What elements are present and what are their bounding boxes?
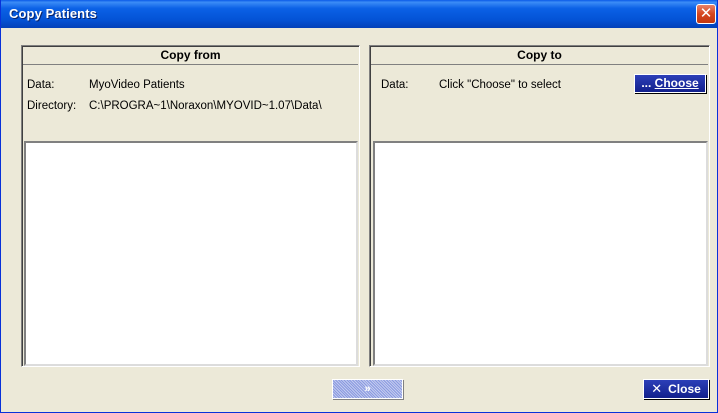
close-icon: ✕: [699, 5, 713, 22]
copy-to-panel: Copy to Data: Click "Choose" to select .…: [369, 45, 710, 367]
title-bar[interactable]: Copy Patients ✕: [1, 0, 717, 28]
copy-across-button[interactable]: »: [332, 379, 403, 399]
copy-to-patient-list[interactable]: [373, 141, 708, 366]
close-button-label: Close: [668, 382, 701, 396]
close-button[interactable]: ✕ Close: [643, 379, 709, 399]
copy-from-panel: Copy from Data: MyoVideo Patients Direct…: [21, 45, 360, 367]
copy-from-directory-label: Directory:: [27, 100, 77, 112]
double-chevron-right-icon: »: [364, 383, 371, 395]
close-icon: ✕: [651, 381, 663, 396]
copy-to-data-value: Click "Choose" to select: [439, 79, 561, 91]
window-title: Copy Patients: [9, 6, 97, 21]
window-close-button[interactable]: ✕: [696, 4, 716, 24]
copy-from-data-value: MyoVideo Patients: [89, 79, 185, 91]
choose-label: Choose: [654, 76, 699, 90]
copy-to-data-label: Data:: [381, 79, 409, 91]
copy-from-data-label: Data:: [27, 79, 55, 91]
choose-button[interactable]: ... Choose: [634, 74, 706, 93]
copy-to-header: Copy to: [371, 47, 708, 65]
copy-from-header: Copy from: [23, 47, 358, 65]
copy-from-directory-value: C:\PROGRA~1\Noraxon\MYOVID~1.07\Data\: [89, 100, 322, 112]
copy-patients-dialog: Copy Patients ✕ Copy from Data: MyoVideo…: [0, 0, 718, 413]
choose-prefix: ...: [641, 76, 655, 90]
copy-from-patient-list[interactable]: [24, 141, 358, 366]
